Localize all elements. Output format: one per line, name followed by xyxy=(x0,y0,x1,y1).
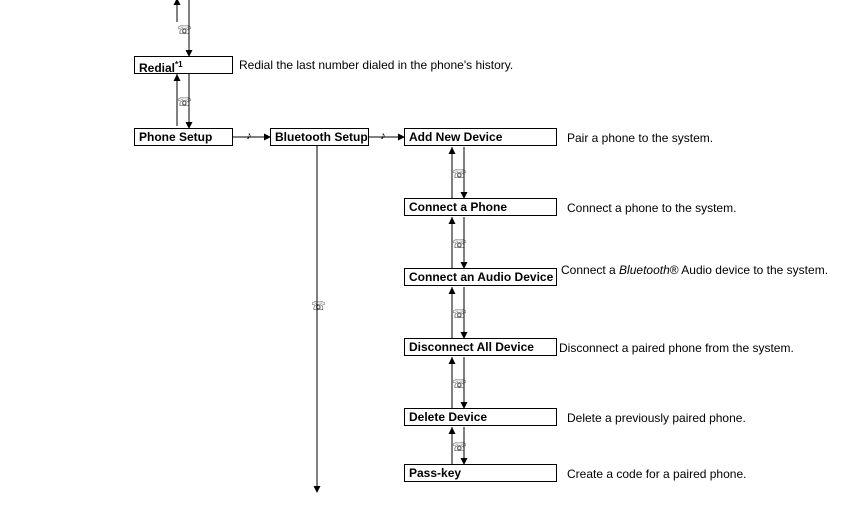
desc-delete-device: Delete a previously paired phone. xyxy=(567,411,827,426)
desc-pass-key: Create a code for a paired phone. xyxy=(567,467,827,482)
talk-icon: ♪ xyxy=(377,131,389,142)
node-phone-setup: Phone Setup xyxy=(134,128,233,146)
diagram-canvas: ☏ ☏ ♪ ♪ ☏ ☏ ☏ ☏ ☏ ☏ Redial*1 Redial the … xyxy=(0,0,851,506)
back-icon: ☏ xyxy=(452,168,464,180)
desc-text: ® Audio device to the system. xyxy=(670,263,828,277)
connector-lines xyxy=(0,0,851,506)
back-icon: ☏ xyxy=(452,441,464,453)
back-icon: ☏ xyxy=(452,378,464,390)
back-icon: ☏ xyxy=(311,300,323,312)
desc-connect-phone: Connect a phone to the system. xyxy=(567,201,827,216)
desc-add-new-device: Pair a phone to the system. xyxy=(567,131,827,146)
back-icon: ☏ xyxy=(177,96,189,108)
back-icon: ☏ xyxy=(452,238,464,250)
back-icon: ☏ xyxy=(177,24,189,36)
node-bluetooth-setup: Bluetooth Setup xyxy=(270,128,369,146)
desc-connect-audio: Connect a Bluetooth® Audio device to the… xyxy=(561,263,831,278)
talk-icon: ♪ xyxy=(243,131,255,142)
desc-disconnect-all: Disconnect a paired phone from the syste… xyxy=(559,341,839,356)
node-redial: Redial*1 xyxy=(134,56,233,74)
node-superscript: *1 xyxy=(175,60,183,69)
back-icon: ☏ xyxy=(452,308,464,320)
node-add-new-device: Add New Device xyxy=(404,128,557,146)
desc-text: Connect a xyxy=(561,263,619,277)
desc-redial: Redial the last number dialed in the pho… xyxy=(239,58,559,73)
node-delete-device: Delete Device xyxy=(404,408,557,426)
node-connect-phone: Connect a Phone xyxy=(404,198,557,216)
desc-brand: Bluetooth xyxy=(619,263,670,277)
node-connect-audio: Connect an Audio Device xyxy=(404,268,557,286)
node-disconnect-all: Disconnect All Device xyxy=(404,338,557,356)
node-label: Redial xyxy=(139,61,175,75)
node-pass-key: Pass-key xyxy=(404,464,557,482)
